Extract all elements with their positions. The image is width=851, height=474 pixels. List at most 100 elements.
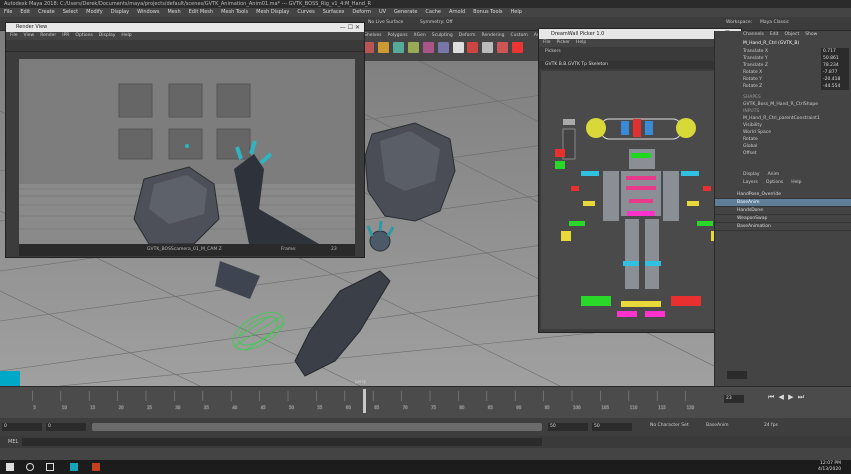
menu-item[interactable]: File xyxy=(4,9,12,15)
menu-item[interactable]: Modify xyxy=(86,9,103,15)
render-menu-item[interactable]: Help xyxy=(121,33,131,38)
picker-canvas[interactable] xyxy=(541,71,739,329)
channel-value[interactable]: -20.418 xyxy=(821,76,849,83)
channel-row[interactable]: Translate X 0.717 xyxy=(715,48,851,55)
mel-label[interactable]: MEL xyxy=(8,439,18,445)
render-menu-item[interactable]: View xyxy=(24,33,35,38)
menu-item[interactable]: Mesh xyxy=(167,9,180,15)
input-item[interactable]: M_Hand_R_Ctrl_parentConstraint1 xyxy=(715,115,851,122)
picker-tab[interactable]: GVTK B.B.GVTK Tp Skeleton xyxy=(539,61,741,69)
channel-value[interactable]: 78.234 xyxy=(821,62,849,69)
menu-item[interactable]: Curves xyxy=(297,9,314,15)
menu-item[interactable]: Mesh Display xyxy=(256,9,289,15)
layer-submenu-item[interactable]: Help xyxy=(791,180,801,185)
input-item[interactable]: Global xyxy=(715,143,851,150)
shelf-tool-icon[interactable] xyxy=(422,42,434,53)
layer-menu-item[interactable]: Display xyxy=(743,172,760,177)
range-end-field[interactable]: 50 xyxy=(548,423,588,431)
shelf-tab[interactable]: Deform xyxy=(457,33,478,38)
layer-submenu-item[interactable]: Layers xyxy=(743,180,758,185)
menu-item[interactable]: Bonus Tools xyxy=(473,9,502,15)
shelf-tool-icon[interactable] xyxy=(392,42,404,53)
current-frame-marker[interactable] xyxy=(363,389,366,413)
shelf-tool-icon[interactable] xyxy=(512,42,524,53)
maya-taskbar-icon[interactable] xyxy=(70,463,78,471)
fps-dropdown[interactable]: 24 fps xyxy=(764,423,778,428)
anim-layer-item[interactable]: BaseAnim xyxy=(715,199,851,207)
start-time-field[interactable]: 0 xyxy=(2,423,42,431)
input-item[interactable]: World Space xyxy=(715,129,851,136)
channel-menu-item[interactable]: Edit xyxy=(770,32,779,37)
channel-row[interactable]: Rotate X -7.877 xyxy=(715,69,851,76)
channel-row[interactable]: Translate Z 78.234 xyxy=(715,62,851,69)
channel-value[interactable]: -44.554 xyxy=(821,83,849,90)
channel-menu-item[interactable]: Channels xyxy=(743,32,764,37)
menu-item[interactable]: Cache xyxy=(425,9,441,15)
left-forearm-mesh[interactable] xyxy=(294,270,391,377)
channel-value[interactable]: 0.717 xyxy=(821,48,849,55)
task-view-icon[interactable] xyxy=(46,463,54,471)
shelf-tool-icon[interactable] xyxy=(407,42,419,53)
symmetry-label[interactable]: Symmetry: Off xyxy=(420,20,453,25)
picker-pickers-button[interactable]: Pickers xyxy=(545,49,561,54)
menu-item[interactable]: Edit Mesh xyxy=(189,9,213,15)
shelf-tab[interactable]: Custom xyxy=(508,33,529,38)
hand-controller-curve[interactable] xyxy=(227,305,289,357)
playback-controls[interactable]: ⏮ ◀ ▶ ⏭ xyxy=(768,393,805,402)
menu-item[interactable]: Deform xyxy=(352,9,371,15)
channel-row[interactable]: Rotate Y -20.418 xyxy=(715,76,851,83)
shelf-tool-icon[interactable] xyxy=(377,42,389,53)
channel-row[interactable]: Rotate Z -44.554 xyxy=(715,83,851,90)
window-controls[interactable]: — ☐ ✕ xyxy=(340,24,360,31)
render-menu-item[interactable]: Display xyxy=(99,33,116,38)
menu-item[interactable]: Display xyxy=(111,9,129,15)
anim-end-field[interactable]: 50 xyxy=(592,423,632,431)
range-bar[interactable] xyxy=(92,423,542,431)
menu-item[interactable]: Help xyxy=(511,9,522,15)
menu-item[interactable]: Create xyxy=(38,9,55,15)
render-menu-item[interactable]: Options xyxy=(75,33,92,38)
no-live-surface[interactable]: No Live Surface xyxy=(368,20,403,25)
anim-layer-item[interactable]: HandPose_Override xyxy=(715,191,851,199)
menu-item[interactable]: Arnold xyxy=(449,9,465,15)
shelf-tool-icon[interactable] xyxy=(482,42,494,53)
channel-menu-item[interactable]: Show xyxy=(805,32,817,37)
menu-item[interactable]: Surfaces xyxy=(323,9,345,15)
shelf-tab[interactable]: Sculpting xyxy=(430,33,455,38)
menu-item[interactable]: Select xyxy=(63,9,78,15)
rendered-image[interactable] xyxy=(19,59,355,244)
shelf-tool-icon[interactable] xyxy=(467,42,479,53)
channel-value[interactable]: 50.861 xyxy=(821,55,849,62)
character-set-label[interactable]: No Character Set xyxy=(650,423,689,428)
menu-item[interactable]: UV xyxy=(379,9,386,15)
render-menu-item[interactable]: File xyxy=(10,33,18,38)
search-icon[interactable] xyxy=(26,463,34,471)
workspace-select[interactable]: Maya Classic xyxy=(760,20,789,25)
input-item[interactable]: Visibility xyxy=(715,122,851,129)
menu-item[interactable]: Generate xyxy=(394,9,417,15)
anim-layer-item[interactable]: BaseAnimation xyxy=(715,223,851,231)
anim-layer-item[interactable]: WeaponSwap xyxy=(715,215,851,223)
menu-item[interactable]: Windows xyxy=(137,9,159,15)
menu-item[interactable]: Mesh Tools xyxy=(221,9,248,15)
render-menu-item[interactable]: IPR xyxy=(62,33,69,38)
shelf-tool-icon[interactable] xyxy=(437,42,449,53)
layer-field[interactable] xyxy=(727,371,747,379)
anim-layer-item[interactable]: HandsDone xyxy=(715,207,851,215)
layer-submenu-item[interactable]: Options xyxy=(766,180,783,185)
shelf-tab[interactable]: Polygons xyxy=(386,33,410,38)
menu-item[interactable]: Edit xyxy=(20,9,30,15)
mel-input[interactable] xyxy=(22,438,542,446)
shelf-tab[interactable]: Shelves xyxy=(362,33,384,38)
picker-menu-item[interactable]: Help xyxy=(576,40,586,45)
shelf-tab[interactable]: Rendering xyxy=(480,33,507,38)
layer-menu-item[interactable]: Anim xyxy=(768,172,780,177)
picker-menu-item[interactable]: File xyxy=(543,40,551,45)
current-frame-field[interactable]: 23 xyxy=(724,395,744,403)
input-item[interactable]: Offset xyxy=(715,150,851,157)
render-menu-item[interactable]: Render xyxy=(40,33,56,38)
range-start-field[interactable]: 0 xyxy=(46,423,86,431)
windows-start-icon[interactable] xyxy=(6,463,14,471)
shape-item[interactable]: GVTK_Boss_M_Hand_R_CtrlShape xyxy=(715,101,851,108)
time-slider[interactable]: 5 10 15 20 25 30 35 40 45 50 55 60 65 70 75 80 85 90 95 100… xyxy=(0,386,851,418)
